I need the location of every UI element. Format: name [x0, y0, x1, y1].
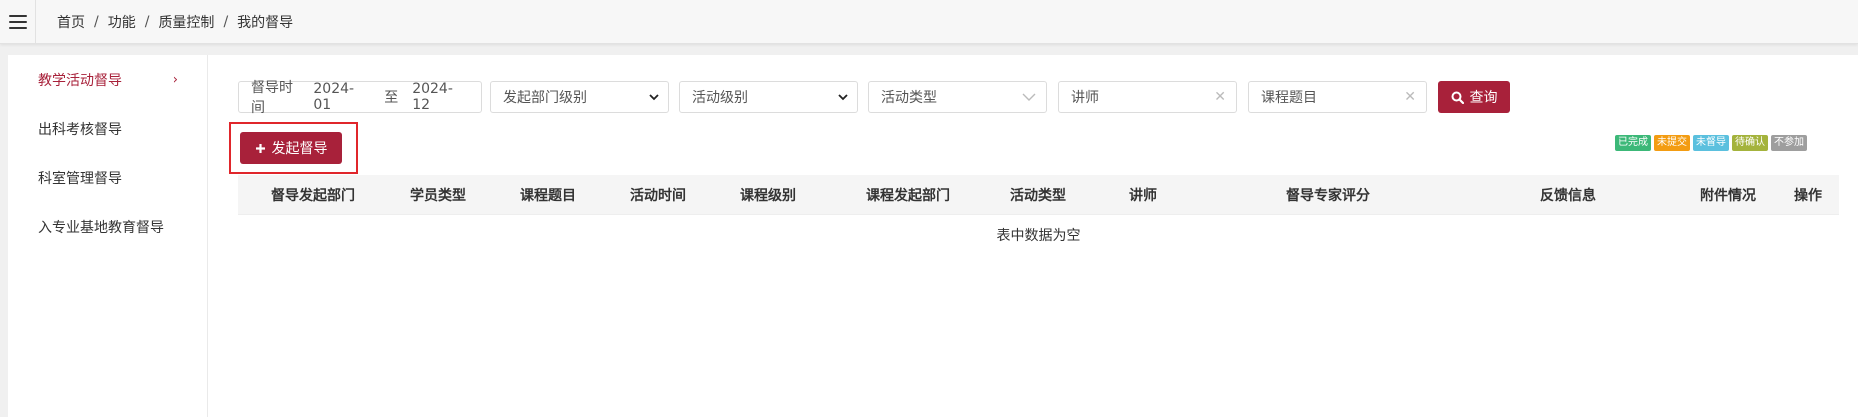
breadcrumb-function[interactable]: 功能 — [108, 12, 136, 32]
status-badge-not-submitted: 未提交 — [1654, 135, 1690, 151]
chevron-right-icon: › — [172, 72, 178, 87]
course-topic-placeholder: 课程题目 — [1261, 90, 1317, 106]
status-badge-completed: 已完成 — [1615, 135, 1651, 151]
activity-type-value: 活动类型 — [881, 90, 937, 106]
breadcrumb-home[interactable]: 首页 — [57, 12, 85, 32]
launch-button-label: 发起督导 — [271, 141, 328, 157]
course-topic-input[interactable]: 课程题目 ✕ — [1248, 81, 1427, 113]
search-icon — [1451, 91, 1464, 104]
date-end[interactable]: 2024-12 — [412, 81, 469, 113]
menu-toggle-button[interactable] — [0, 0, 36, 44]
column-header[interactable]: 操作 — [1778, 175, 1838, 215]
status-legend: 已完成 未提交 未督导 待确认 不参加 — [1615, 135, 1807, 151]
dept-level-select[interactable]: 发起部门级别 — [490, 81, 669, 113]
chevron-down-icon — [649, 94, 659, 101]
sidebar-item-exit-exam[interactable]: 出科考核督导 — [8, 104, 208, 153]
sidebar-item-label: 出科考核督导 — [38, 121, 122, 138]
activity-level-value: 活动级别 — [692, 90, 748, 106]
teacher-input-placeholder: 讲师 — [1071, 90, 1099, 106]
status-badge-not-participating: 不参加 — [1771, 135, 1807, 151]
teacher-input[interactable]: 讲师 ✕ — [1058, 81, 1237, 113]
breadcrumb-current: 我的督导 — [237, 15, 294, 31]
clear-icon[interactable]: ✕ — [1404, 89, 1416, 105]
sidebar-item-label: 入专业基地教育督导 — [38, 219, 164, 236]
sidebar-item-dept-management[interactable]: 科室管理督导 — [8, 153, 208, 202]
clear-icon[interactable]: ✕ — [1214, 89, 1226, 105]
sidebar-item-label: 教学活动督导 — [38, 72, 122, 89]
chevron-down-icon — [838, 94, 848, 101]
breadcrumb: 首页 / 功能 / 质量控制 / 我的督导 — [57, 12, 294, 32]
column-header[interactable]: 督导发起部门 — [238, 175, 388, 215]
activity-type-select[interactable]: 活动类型 — [868, 81, 1047, 113]
launch-supervision-button[interactable]: 发起督导 — [240, 132, 342, 164]
search-button[interactable]: 查询 — [1438, 81, 1510, 113]
plus-icon — [255, 143, 266, 154]
column-header[interactable]: 活动类型 — [988, 175, 1088, 215]
column-header[interactable]: 活动时间 — [608, 175, 708, 215]
sidebar-item-teaching-activity[interactable]: 教学活动督导 › — [8, 55, 208, 104]
date-separator: 至 — [384, 90, 399, 106]
sidebar-item-label: 科室管理督导 — [38, 170, 122, 187]
hamburger-icon — [8, 15, 27, 29]
column-header[interactable]: 课程题目 — [488, 175, 608, 215]
column-header[interactable]: 课程发起部门 — [828, 175, 988, 215]
status-badge-pending-confirm: 待确认 — [1732, 135, 1768, 151]
table-header: 督导发起部门 学员类型 课程题目 活动时间 课程级别 课程发起部门 活动类型 讲… — [238, 175, 1839, 215]
top-bar: 首页 / 功能 / 质量控制 / 我的督导 — [0, 0, 1858, 44]
date-range-field[interactable]: 督导时间 2024-01 至 2024-12 — [238, 80, 482, 116]
dept-level-value: 发起部门级别 — [503, 90, 587, 106]
activity-level-select[interactable]: 活动级别 — [679, 81, 858, 113]
column-header[interactable]: 课程级别 — [708, 175, 828, 215]
breadcrumb-quality-control[interactable]: 质量控制 — [158, 12, 214, 32]
search-button-label: 查询 — [1469, 90, 1498, 106]
status-badge-not-supervised: 未督导 — [1693, 135, 1729, 151]
table-empty-message: 表中数据为空 — [996, 228, 1081, 244]
column-header[interactable]: 督导专家评分 — [1198, 175, 1458, 215]
column-header[interactable]: 讲师 — [1088, 175, 1198, 215]
date-start[interactable]: 2024-01 — [313, 81, 370, 113]
sidebar-item-base-education[interactable]: 入专业基地教育督导 — [8, 202, 208, 251]
sidebar: 教学活动督导 › 出科考核督导 科室管理督导 入专业基地教育督导 — [8, 55, 208, 417]
date-range-label: 督导时间 — [251, 80, 293, 116]
chevron-down-icon — [1022, 93, 1036, 101]
column-header[interactable]: 学员类型 — [388, 175, 488, 215]
main-panel: 教学活动督导 › 出科考核督导 科室管理督导 入专业基地教育督导 督导时间 20… — [8, 55, 1858, 417]
